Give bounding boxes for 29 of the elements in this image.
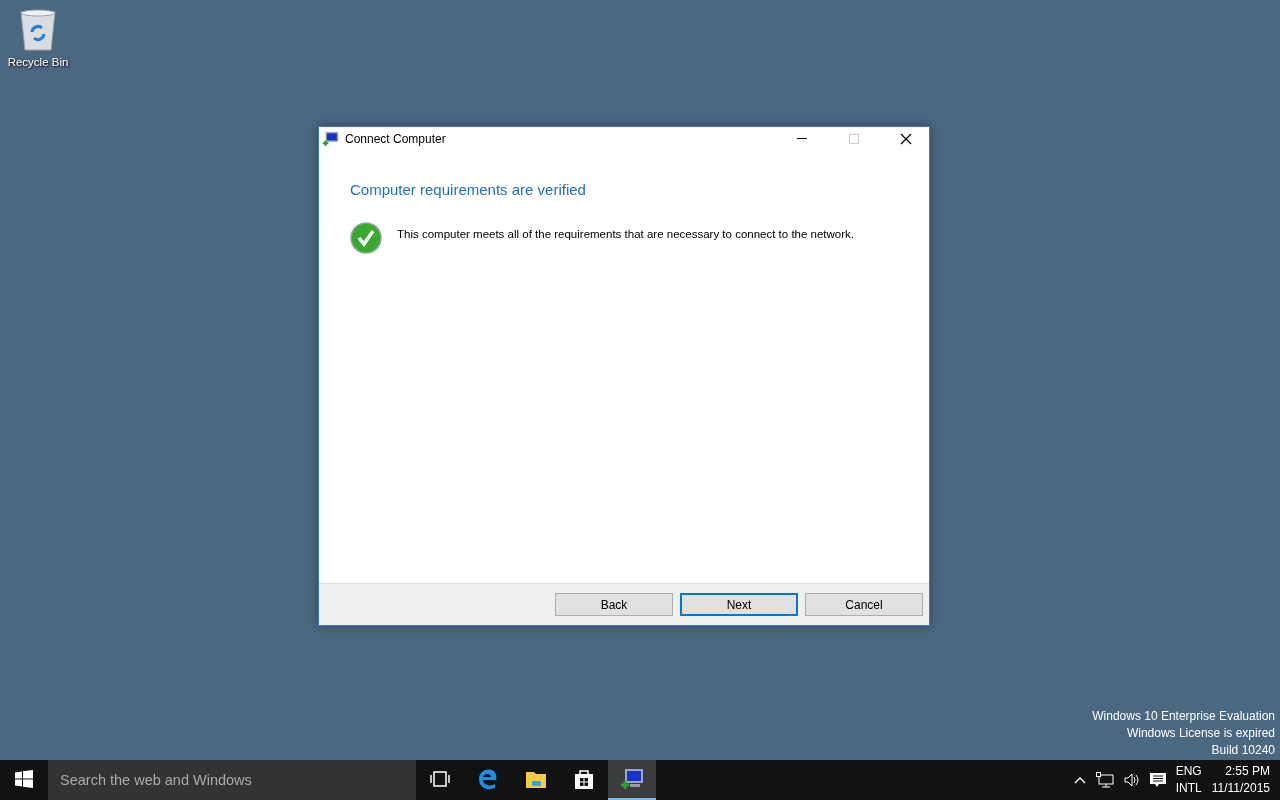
network-icon[interactable] <box>1095 772 1114 788</box>
status-message: This computer meets all of the requirements that are necessary to connect to the network. <box>397 227 855 240</box>
speaker-icon[interactable] <box>1123 773 1140 787</box>
evaluation-notice-line: Windows 10 Enterprise Evaluation <box>1092 708 1275 725</box>
close-icon <box>900 133 912 145</box>
language-indicator[interactable]: ENG INTL <box>1175 763 1202 797</box>
clock[interactable]: 2:55 PM 11/11/2015 <box>1211 763 1270 797</box>
checkmark-icon <box>350 222 382 254</box>
message-icon[interactable] <box>1149 772 1166 788</box>
folder-icon <box>525 769 547 789</box>
recycle-bin-icon[interactable] <box>18 8 58 52</box>
dialog-button[interactable]: Cancel <box>805 593 923 616</box>
chevron-up-icon[interactable] <box>1073 776 1086 784</box>
dialog-button[interactable]: Next <box>680 593 798 616</box>
evaluation-notice-line: Windows License is expired <box>1126 725 1275 742</box>
task-view-icon <box>430 771 450 787</box>
search-field[interactable]: Search the web and Windows <box>48 760 416 800</box>
minimize-icon <box>797 138 807 140</box>
shopping-bag-icon <box>574 768 594 790</box>
maximize-icon <box>849 134 859 144</box>
desktop-icon-label: Recycle Bin <box>7 56 69 68</box>
browser-e-icon <box>477 768 499 790</box>
computer-plus-icon <box>322 131 339 147</box>
dialog-button[interactable]: Back <box>555 593 673 616</box>
windows-logo-icon <box>15 770 33 788</box>
page-heading: Computer requirements are verified <box>350 181 587 198</box>
window-title: Connect Computer <box>345 132 447 146</box>
computer-plus-icon <box>620 768 644 790</box>
evaluation-notice-line: Build 10240 <box>1211 742 1275 759</box>
